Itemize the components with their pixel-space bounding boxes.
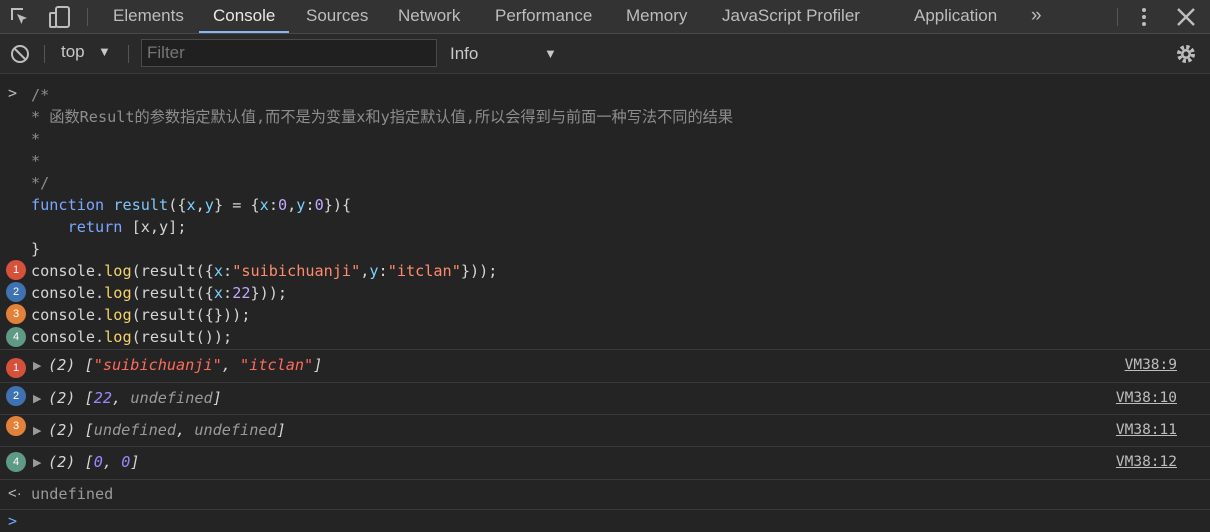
clear-console-icon[interactable]: [9, 43, 31, 70]
comment-line: * 函数Result的参数指定默认值,而不是为变量x和y指定默认值,所以会得到与…: [31, 108, 734, 126]
message-badge: 3: [6, 416, 26, 436]
tab-separator: [87, 8, 88, 26]
prompt-chevron-icon: >: [8, 512, 18, 530]
comment-close: */: [31, 174, 50, 192]
log-output-row[interactable]: 3 ▶ (2) [undefined, undefined] VM38:11: [0, 414, 1210, 447]
comment-open: /*: [31, 86, 50, 104]
tab-application[interactable]: Application: [914, 0, 997, 33]
source-link[interactable]: VM38:12: [1116, 454, 1177, 470]
more-tabs-icon[interactable]: »: [1031, 0, 1042, 33]
message-badge: 3: [6, 304, 26, 324]
expand-triangle-icon[interactable]: ▶: [33, 359, 41, 372]
toolbar-separator: [128, 45, 129, 63]
array-preview[interactable]: (2) [22, undefined]: [48, 389, 222, 407]
console-input-prompt[interactable]: >: [0, 509, 1210, 532]
message-badge: 1: [6, 260, 26, 280]
return-value-row: <· undefined: [0, 479, 1210, 509]
comment-line: *: [31, 152, 41, 170]
message-badge: 2: [6, 386, 26, 406]
log-level-selector[interactable]: Info: [450, 44, 478, 64]
return-value: undefined: [31, 485, 114, 503]
expand-triangle-icon[interactable]: ▶: [33, 392, 41, 405]
tab-elements[interactable]: Elements: [113, 0, 184, 33]
message-badge: 2: [6, 282, 26, 302]
comment-line: *: [31, 130, 41, 148]
message-badge: 1: [6, 358, 26, 378]
tab-memory[interactable]: Memory: [626, 0, 687, 33]
array-preview[interactable]: (2) [undefined, undefined]: [48, 421, 286, 439]
expand-triangle-icon[interactable]: ▶: [33, 424, 41, 437]
toolbar-separator: [44, 45, 45, 63]
message-badge: 4: [6, 452, 26, 472]
settings-gear-icon[interactable]: [1174, 42, 1198, 71]
tab-sources[interactable]: Sources: [306, 0, 368, 33]
array-preview[interactable]: (2) [0, 0]: [48, 453, 140, 471]
expand-triangle-icon[interactable]: ▶: [33, 456, 41, 469]
source-link[interactable]: VM38:11: [1116, 422, 1177, 438]
tab-performance[interactable]: Performance: [495, 0, 592, 33]
context-selector[interactable]: top: [61, 42, 85, 62]
kebab-menu-icon[interactable]: [1135, 5, 1153, 34]
source-link[interactable]: VM38:10: [1116, 390, 1177, 406]
tab-network[interactable]: Network: [398, 0, 460, 33]
log-output-row[interactable]: 2 ▶ (2) [22, undefined] VM38:10: [0, 382, 1210, 415]
source-link[interactable]: VM38:9: [1125, 357, 1177, 373]
array-preview[interactable]: (2) ["suibichuanji", "itclan"]: [48, 356, 322, 374]
log-output-row[interactable]: 1 ▶ (2) ["suibichuanji", "itclan"] VM38:…: [0, 349, 1210, 382]
filter-input[interactable]: [141, 39, 437, 67]
console-toolbar: top ▼ Info ▼: [0, 34, 1210, 74]
tab-javascript-profiler[interactable]: JavaScript Profiler: [722, 0, 860, 33]
devtools-tabbar: Elements Console Sources Network Perform…: [0, 0, 1210, 34]
dropdown-arrow-icon[interactable]: ▼: [544, 46, 557, 61]
device-toolbar-icon[interactable]: [47, 5, 73, 34]
tab-console[interactable]: Console: [199, 0, 290, 33]
prompt-chevron-icon: >: [8, 84, 18, 102]
return-arrow-icon: <·: [8, 485, 22, 502]
code-input-block: /* * 函数Result的参数指定默认值,而不是为变量x和y指定默认值,所以会…: [31, 86, 734, 346]
log-output-row[interactable]: 4 ▶ (2) [0, 0] VM38:12: [0, 446, 1210, 479]
close-icon[interactable]: [1175, 5, 1197, 34]
tab-separator: [1117, 8, 1118, 26]
dropdown-arrow-icon[interactable]: ▼: [98, 44, 111, 59]
inspect-element-icon[interactable]: [8, 5, 32, 34]
message-badge: 4: [6, 327, 26, 347]
